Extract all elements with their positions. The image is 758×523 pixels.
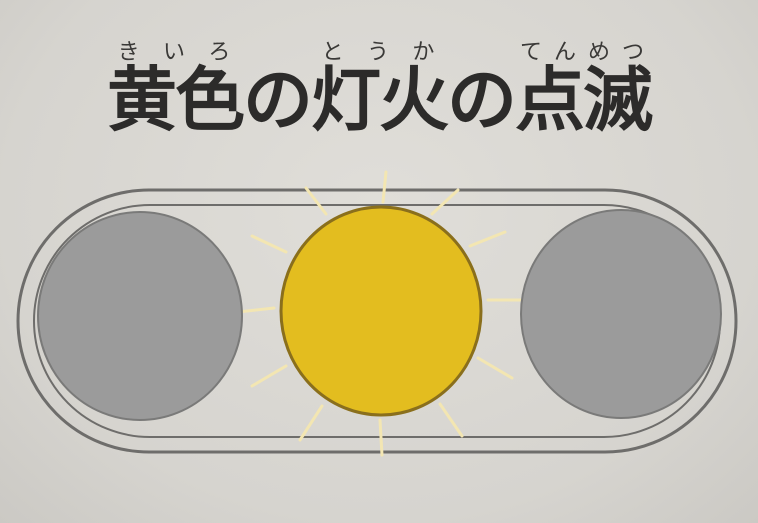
ray — [250, 234, 288, 254]
ray — [476, 356, 514, 380]
ray — [378, 418, 384, 457]
ray — [430, 188, 460, 216]
left-light — [37, 211, 243, 421]
ray — [236, 306, 276, 314]
ray — [468, 230, 507, 248]
traffic-signal — [16, 170, 738, 457]
ray — [381, 170, 388, 204]
ray — [250, 364, 288, 388]
right-light — [520, 209, 722, 419]
traffic-signal-illustration: 黄色きいろの灯火とうかの点滅てんめつ — [0, 0, 758, 523]
ray — [298, 404, 324, 442]
ray — [438, 402, 464, 438]
center-light — [279, 205, 483, 417]
ray — [304, 186, 328, 216]
